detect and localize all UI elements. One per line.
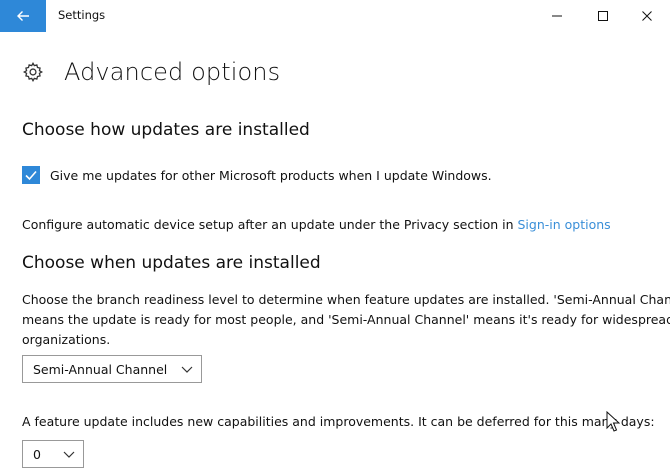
close-button[interactable] [624, 0, 670, 32]
feature-deferral-days-dropdown[interactable]: 0 [22, 440, 84, 468]
branch-readiness-value: Semi-Annual Channel [33, 361, 168, 377]
branch-readiness-description: Choose the branch readiness level to det… [22, 290, 670, 350]
mouse-cursor-icon [606, 411, 620, 432]
page-header: Advanced options [22, 56, 280, 88]
close-icon [642, 11, 652, 21]
other-products-checkbox-label: Give me updates for other Microsoft prod… [50, 167, 492, 183]
branch-desc-line: organizations. [22, 332, 111, 347]
branch-readiness-dropdown[interactable]: Semi-Annual Channel [22, 355, 202, 383]
sign-in-options-link[interactable]: Sign-in options [518, 217, 611, 232]
section-title-install: Choose how updates are installed [22, 120, 310, 140]
feature-deferral-text: A feature update includes new capabiliti… [22, 414, 655, 429]
branch-desc-line: Choose the branch readiness level to det… [22, 292, 670, 307]
feature-deferral-days-value: 0 [33, 446, 41, 462]
other-products-checkbox[interactable] [22, 166, 40, 184]
minimize-icon [552, 15, 562, 17]
branch-desc-line: means the update is ready for most peopl… [22, 312, 670, 327]
app-title: Settings [58, 8, 106, 22]
maximize-icon [598, 11, 608, 21]
other-products-checkbox-row[interactable]: Give me updates for other Microsoft prod… [22, 166, 492, 184]
title-bar: Settings [0, 0, 670, 32]
back-arrow-icon [17, 11, 29, 21]
chevron-down-icon [181, 366, 193, 373]
chevron-down-icon [63, 451, 75, 458]
minimize-button[interactable] [534, 0, 580, 32]
section-title-when: Choose when updates are installed [22, 253, 321, 273]
maximize-button[interactable] [580, 0, 626, 32]
page-title: Advanced options [64, 58, 281, 86]
back-button[interactable] [0, 0, 46, 32]
device-setup-text: Configure automatic device setup after a… [22, 217, 611, 232]
device-setup-description: Configure automatic device setup after a… [22, 217, 518, 232]
checkmark-icon [25, 170, 37, 181]
gear-icon [22, 61, 44, 83]
